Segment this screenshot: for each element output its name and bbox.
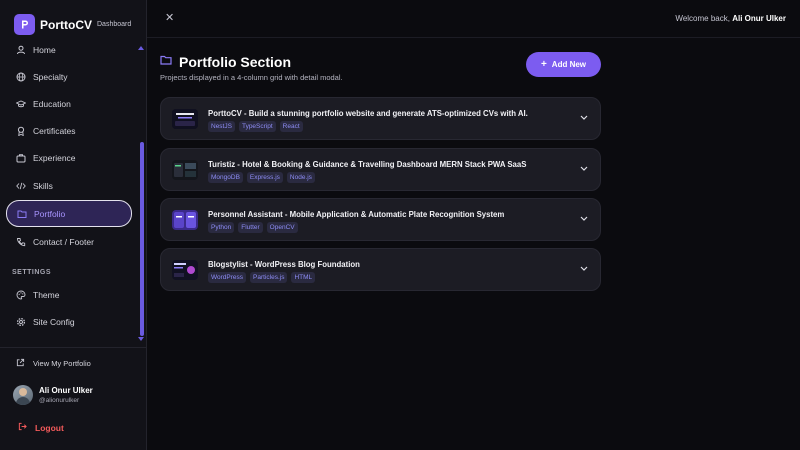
tech-tag: React <box>279 121 303 132</box>
globe-icon <box>16 72 26 82</box>
sidebar-item-skills[interactable]: Skills <box>6 172 132 199</box>
section-header: Portfolio Section <box>160 53 291 71</box>
code-icon <box>16 181 26 191</box>
sidebar-item-certificates[interactable]: Certificates <box>6 117 132 144</box>
tag-list: NestJS TypeScript React <box>208 121 307 132</box>
portfolio-card[interactable]: PorttoCV - Build a stunning portfolio we… <box>160 97 601 140</box>
sidebar-item-label: Contact / Footer <box>33 236 94 247</box>
tech-tag: Python <box>208 222 235 233</box>
tech-tag: WordPress <box>208 272 247 283</box>
page-title: Portfolio Section <box>179 54 291 70</box>
scroll-down-arrow-icon[interactable] <box>138 337 144 341</box>
award-icon <box>16 126 26 136</box>
user-name: Ali Onur Ulker <box>39 386 93 395</box>
briefcase-icon <box>16 153 26 163</box>
add-new-button[interactable]: + Add New <box>526 52 601 77</box>
tech-tag: NestJS <box>208 121 235 132</box>
project-title: Personnel Assistant - Mobile Application… <box>208 210 505 219</box>
topbar: ✕ Welcome back, Ali Onur Ulker <box>147 0 800 38</box>
tech-tag: OpenCV <box>266 222 298 233</box>
brand[interactable]: PorttoCV Dashboard <box>14 14 131 35</box>
user-handle: @alionurulker <box>39 397 80 404</box>
chevron-down-icon[interactable] <box>579 264 589 274</box>
project-thumbnail <box>172 260 198 280</box>
sidebar-item-label: Skills <box>33 180 53 191</box>
brand-name: PorttoCV <box>40 17 92 32</box>
add-new-label: Add New <box>551 60 587 69</box>
scroll-up-arrow-icon[interactable] <box>138 46 144 50</box>
sidebar-item-theme[interactable]: Theme <box>6 281 132 308</box>
tech-tag: Flutter <box>238 222 263 233</box>
sidebar-item-label: Certificates <box>33 125 76 136</box>
tag-list: MongoDB Express.js Node.js <box>208 172 319 183</box>
logout-icon <box>18 422 27 433</box>
tech-tag: HTML <box>291 272 316 283</box>
sidebar-item-portfolio[interactable]: Portfolio <box>6 200 132 227</box>
settings-section-label: SETTINGS <box>12 269 52 276</box>
logout-button[interactable]: Logout <box>18 422 64 433</box>
view-portfolio-label: View My Portfolio <box>33 359 91 368</box>
tech-tag: Particles.js <box>250 272 288 283</box>
folder-icon <box>17 209 27 219</box>
sidebar-item-label: Experience <box>33 152 76 163</box>
tech-tag: Express.js <box>246 172 283 183</box>
sidebar-item-label: Site Config <box>33 316 75 327</box>
user-icon <box>16 45 26 55</box>
gear-icon <box>16 317 26 327</box>
sidebar-item-site-config[interactable]: Site Config <box>6 308 132 335</box>
chevron-down-icon[interactable] <box>579 113 589 123</box>
tech-tag: MongoDB <box>208 172 243 183</box>
tag-list: WordPress Particles.js HTML <box>208 272 319 283</box>
logout-label: Logout <box>35 422 64 433</box>
project-thumbnail <box>172 109 198 129</box>
sidebar-item-label: Specialty <box>33 71 68 82</box>
brand-tag: Dashboard <box>97 21 132 28</box>
sidebar-item-label: Home <box>33 44 56 55</box>
sidebar-item-contact[interactable]: Contact / Footer <box>6 228 132 255</box>
project-title: PorttoCV - Build a stunning portfolio we… <box>208 109 528 118</box>
chevron-down-icon[interactable] <box>579 214 589 224</box>
user-profile[interactable]: Ali Onur Ulker @alionurulker <box>13 385 93 405</box>
project-title: Blogstylist - WordPress Blog Foundation <box>208 260 360 269</box>
sidebar-item-label: Theme <box>33 289 60 300</box>
project-thumbnail <box>172 160 198 180</box>
page-subtitle: Projects displayed in a 4-column grid wi… <box>160 73 343 82</box>
portfolio-card[interactable]: Turistiz - Hotel & Booking & Guidance & … <box>160 148 601 191</box>
plus-icon: + <box>540 59 547 70</box>
sidebar-item-label: Education <box>33 98 71 109</box>
portfolio-card[interactable]: Personnel Assistant - Mobile Application… <box>160 198 601 241</box>
welcome-message: Welcome back, Ali Onur Ulker <box>675 14 786 23</box>
sidebar: PorttoCV Dashboard Home Specialty Educat… <box>0 0 147 450</box>
portfolio-card[interactable]: Blogstylist - WordPress Blog Foundation … <box>160 248 601 291</box>
sidebar-divider <box>0 347 147 348</box>
palette-icon <box>16 290 26 300</box>
sidebar-item-experience[interactable]: Experience <box>6 144 132 171</box>
welcome-prefix: Welcome back, <box>675 14 730 23</box>
brand-logo-icon <box>14 14 35 35</box>
chevron-down-icon[interactable] <box>579 164 589 174</box>
project-title: Turistiz - Hotel & Booking & Guidance & … <box>208 160 527 169</box>
avatar <box>13 385 33 405</box>
sidebar-item-label: Portfolio <box>34 208 66 219</box>
tech-tag: TypeScript <box>238 121 276 132</box>
contact-icon <box>16 237 26 247</box>
folder-icon <box>160 53 172 71</box>
sidebar-item-education[interactable]: Education <box>6 90 132 117</box>
project-thumbnail <box>172 210 198 230</box>
close-icon[interactable]: ✕ <box>165 11 174 24</box>
welcome-user-name: Ali Onur Ulker <box>732 14 786 23</box>
sidebar-scrollbar[interactable] <box>140 142 144 336</box>
external-link-icon <box>16 358 25 369</box>
sidebar-item-specialty[interactable]: Specialty <box>6 63 132 90</box>
graduation-cap-icon <box>16 99 26 109</box>
sidebar-item-home[interactable]: Home <box>6 36 132 63</box>
tag-list: Python Flutter OpenCV <box>208 222 302 233</box>
tech-tag: Node.js <box>286 172 315 183</box>
view-portfolio-link[interactable]: View My Portfolio <box>16 358 91 369</box>
